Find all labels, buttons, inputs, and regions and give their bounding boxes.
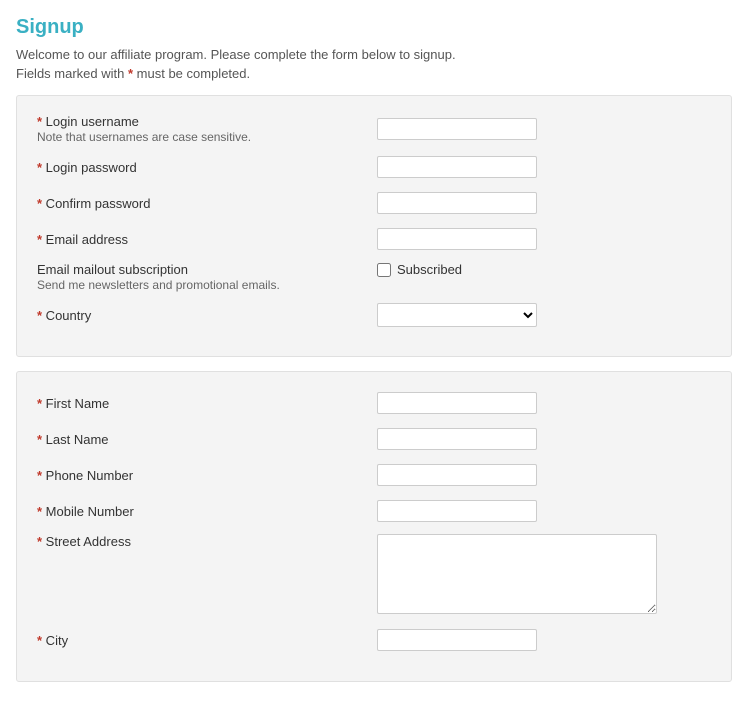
mobile-number-row: * Mobile Number bbox=[37, 498, 711, 524]
login-password-row: * Login password bbox=[37, 154, 711, 180]
subscription-input-col: Subscribed bbox=[377, 262, 462, 277]
country-label-col: * Country bbox=[37, 308, 377, 323]
required-star-city: * bbox=[37, 633, 42, 648]
email-address-row: * Email address bbox=[37, 226, 711, 252]
city-label-col: * City bbox=[37, 633, 377, 648]
intro-line1: Welcome to our affiliate program. Please… bbox=[16, 47, 732, 62]
email-address-input[interactable] bbox=[377, 228, 537, 250]
first-name-label: * First Name bbox=[37, 396, 377, 411]
confirm-password-label-col: * Confirm password bbox=[37, 196, 377, 211]
required-star-username: * bbox=[37, 114, 42, 129]
subscription-label: Email mailout subscription bbox=[37, 262, 377, 277]
confirm-password-input[interactable] bbox=[377, 192, 537, 214]
city-input[interactable] bbox=[377, 629, 537, 651]
login-username-input[interactable] bbox=[377, 118, 537, 140]
email-address-label-col: * Email address bbox=[37, 232, 377, 247]
required-star-email: * bbox=[37, 232, 42, 247]
subscription-sub: Send me newsletters and promotional emai… bbox=[37, 278, 377, 292]
mobile-number-input-col bbox=[377, 500, 711, 522]
required-note: Fields marked with * must be completed. bbox=[16, 66, 732, 81]
phone-number-input[interactable] bbox=[377, 464, 537, 486]
page-title: Signup bbox=[16, 16, 732, 39]
login-username-input-col bbox=[377, 118, 711, 140]
street-address-label-col: * Street Address bbox=[37, 534, 377, 549]
subscribed-label: Subscribed bbox=[397, 262, 462, 277]
mobile-number-label: * Mobile Number bbox=[37, 504, 377, 519]
section-account: * Login username Note that usernames are… bbox=[16, 95, 732, 357]
country-label: * Country bbox=[37, 308, 377, 323]
country-row: * Country bbox=[37, 302, 711, 328]
phone-number-row: * Phone Number bbox=[37, 462, 711, 488]
section-personal: * First Name * Last Name * Phone Number bbox=[16, 371, 732, 682]
city-input-col bbox=[377, 629, 711, 651]
last-name-row: * Last Name bbox=[37, 426, 711, 452]
login-username-label: * Login username bbox=[37, 114, 377, 129]
login-username-sub: Note that usernames are case sensitive. bbox=[37, 130, 377, 144]
required-star-mobile: * bbox=[37, 504, 42, 519]
mobile-number-input[interactable] bbox=[377, 500, 537, 522]
email-address-label: * Email address bbox=[37, 232, 377, 247]
required-star-confirm: * bbox=[37, 196, 42, 211]
first-name-input[interactable] bbox=[377, 392, 537, 414]
subscription-row: Email mailout subscription Send me newsl… bbox=[37, 262, 711, 292]
first-name-row: * First Name bbox=[37, 390, 711, 416]
country-input-col bbox=[377, 303, 711, 327]
required-star-password: * bbox=[37, 160, 42, 175]
street-address-input-col bbox=[377, 534, 711, 617]
street-address-label: * Street Address bbox=[37, 534, 377, 549]
required-star-country: * bbox=[37, 308, 42, 323]
street-address-row: * Street Address bbox=[37, 534, 711, 617]
confirm-password-label: * Confirm password bbox=[37, 196, 377, 211]
login-username-label-col: * Login username Note that usernames are… bbox=[37, 114, 377, 144]
last-name-label: * Last Name bbox=[37, 432, 377, 447]
first-name-input-col bbox=[377, 392, 711, 414]
email-address-input-col bbox=[377, 228, 711, 250]
login-password-input[interactable] bbox=[377, 156, 537, 178]
login-password-input-col bbox=[377, 156, 711, 178]
phone-number-input-col bbox=[377, 464, 711, 486]
first-name-label-col: * First Name bbox=[37, 396, 377, 411]
city-row: * City bbox=[37, 627, 711, 653]
phone-number-label: * Phone Number bbox=[37, 468, 377, 483]
required-star-firstname: * bbox=[37, 396, 42, 411]
city-label: * City bbox=[37, 633, 377, 648]
street-address-textarea[interactable] bbox=[377, 534, 657, 614]
country-select[interactable] bbox=[377, 303, 537, 327]
subscribed-checkbox[interactable] bbox=[377, 263, 391, 277]
mobile-number-label-col: * Mobile Number bbox=[37, 504, 377, 519]
last-name-input-col bbox=[377, 428, 711, 450]
phone-number-label-col: * Phone Number bbox=[37, 468, 377, 483]
required-star-phone: * bbox=[37, 468, 42, 483]
required-star-lastname: * bbox=[37, 432, 42, 447]
confirm-password-row: * Confirm password bbox=[37, 190, 711, 216]
login-username-row: * Login username Note that usernames are… bbox=[37, 114, 711, 144]
login-password-label-col: * Login password bbox=[37, 160, 377, 175]
login-password-label: * Login password bbox=[37, 160, 377, 175]
subscription-label-col: Email mailout subscription Send me newsl… bbox=[37, 262, 377, 292]
required-star-street: * bbox=[37, 534, 42, 549]
last-name-label-col: * Last Name bbox=[37, 432, 377, 447]
required-star: * bbox=[128, 66, 133, 81]
confirm-password-input-col bbox=[377, 192, 711, 214]
last-name-input[interactable] bbox=[377, 428, 537, 450]
